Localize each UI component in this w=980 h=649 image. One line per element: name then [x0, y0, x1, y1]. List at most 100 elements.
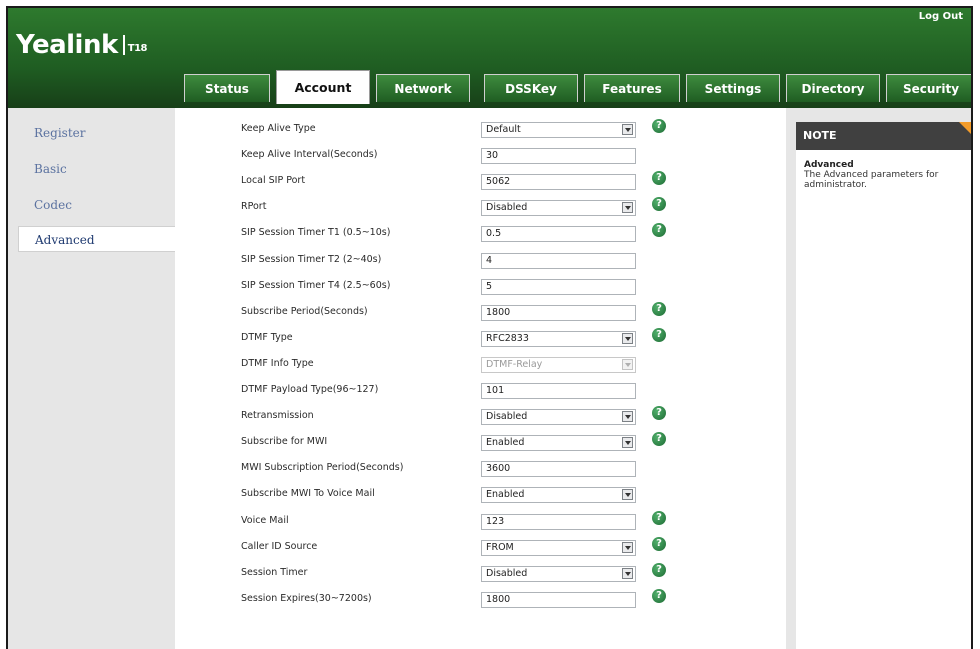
field-select[interactable]: RFC2833: [481, 330, 636, 347]
tab-features[interactable]: Features: [584, 74, 680, 102]
help-icon[interactable]: ?: [652, 327, 666, 342]
dropdown-arrow-icon[interactable]: [622, 332, 633, 344]
form-row: Retransmission Disabled?: [175, 406, 786, 427]
settings-form: Keep Alive Type Default? Keep Alive Interv…: [175, 108, 786, 649]
help-icon[interactable]: ?: [652, 510, 666, 525]
help-icon[interactable]: ?: [652, 432, 666, 447]
help-icon[interactable]: ?: [652, 119, 666, 133]
sidebar-item-codec[interactable]: Codec: [8, 192, 175, 218]
field-label: Keep Alive Interval(Seconds): [241, 149, 378, 161]
select-value: Enabled: [486, 437, 525, 449]
field-label: Subscribe Period(Seconds): [241, 305, 368, 317]
form-row: Session Timer Disabled?: [175, 562, 786, 584]
form-row: Subscribe for MWI Enabled?: [175, 432, 786, 453]
field-label: RPort: [241, 201, 267, 213]
help-icon[interactable]: ?: [652, 171, 666, 186]
sidebar: Register Basic Codec Advanced: [8, 108, 175, 649]
help-icon[interactable]: ?: [652, 301, 666, 316]
tab-dsskey[interactable]: DSSKey: [484, 74, 578, 102]
dropdown-arrow-icon[interactable]: [622, 437, 633, 449]
field-label: Keep Alive Type: [241, 123, 316, 134]
field-select[interactable]: Disabled: [481, 565, 636, 582]
field-select[interactable]: Enabled: [481, 487, 636, 504]
note-heading: NOTE: [796, 122, 971, 150]
help-icon[interactable]: ?: [652, 588, 666, 603]
dropdown-arrow-icon[interactable]: [622, 567, 633, 579]
tab-status[interactable]: Status: [184, 74, 270, 102]
field-label: Subscribe for MWI: [241, 436, 328, 448]
field-select[interactable]: Default: [481, 122, 636, 138]
field-input[interactable]: 5062: [481, 174, 636, 191]
note-panel: NOTE Advanced The Advanced parameters fo…: [786, 108, 971, 649]
help-icon[interactable]: ?: [652, 536, 666, 551]
field-input[interactable]: 0.5: [481, 226, 636, 243]
dropdown-arrow-icon: [622, 358, 633, 370]
field-input[interactable]: 1800: [481, 591, 636, 608]
form-row: SIP Session Timer T2 (2~40s) 4: [175, 252, 786, 271]
dropdown-arrow-icon[interactable]: [622, 489, 633, 501]
field-select[interactable]: FROM: [481, 539, 636, 556]
note-corner-accent: [959, 122, 971, 136]
form-row: DTMF Info Type DTMF-Relay: [175, 356, 786, 375]
field-select[interactable]: Disabled: [481, 200, 636, 217]
field-label: DTMF Payload Type(96~127): [241, 384, 379, 395]
note-heading-text: NOTE: [803, 129, 837, 142]
header-bar: Yealink T18 Log Out Status Account Networ…: [8, 8, 971, 108]
tab-network[interactable]: Network: [376, 74, 470, 102]
form-row: Local SIP Port 5062?: [175, 171, 786, 192]
tab-directory[interactable]: Directory: [786, 74, 880, 102]
field-label: Session Timer: [241, 566, 308, 578]
model-name: T18: [127, 43, 148, 54]
field-label: SIP Session Timer T4 (2.5~60s): [241, 279, 391, 291]
form-row: Caller ID Source FROM?: [175, 536, 786, 558]
field-label: DTMF Type: [241, 331, 293, 343]
tab-settings[interactable]: Settings: [686, 74, 780, 102]
field-input[interactable]: 123: [481, 513, 636, 530]
sidebar-item-basic[interactable]: Basic: [8, 156, 175, 182]
tab-account[interactable]: Account: [276, 70, 370, 104]
field-input[interactable]: 1800: [481, 304, 636, 321]
logout-link[interactable]: Log Out: [919, 11, 963, 22]
field-select[interactable]: Disabled: [481, 409, 636, 426]
form-row: Keep Alive Type Default?: [175, 119, 786, 140]
field-select[interactable]: Enabled: [481, 435, 636, 452]
field-label: MWI Subscription Period(Seconds): [241, 462, 404, 474]
dropdown-arrow-icon[interactable]: [622, 411, 633, 423]
help-icon[interactable]: ?: [652, 406, 666, 421]
field-label: Subscribe MWI To Voice Mail: [241, 488, 375, 500]
sidebar-item-advanced[interactable]: Advanced: [18, 226, 175, 252]
help-icon[interactable]: ?: [652, 197, 666, 212]
dropdown-arrow-icon[interactable]: [622, 202, 633, 214]
dropdown-arrow-icon[interactable]: [622, 541, 633, 553]
field-input[interactable]: 30: [481, 148, 636, 165]
field-label: Session Expires(30~7200s): [241, 592, 372, 604]
brand-logo: Yealink T18: [16, 30, 148, 60]
help-icon[interactable]: ?: [652, 223, 666, 238]
field-input[interactable]: 5: [481, 278, 636, 295]
note-body: Advanced The Advanced parameters for adm…: [796, 150, 971, 649]
note-title: Advanced: [804, 160, 854, 170]
tab-security[interactable]: Security: [886, 74, 971, 102]
field-label: DTMF Info Type: [241, 357, 314, 369]
sidebar-item-register[interactable]: Register: [8, 120, 175, 146]
field-input[interactable]: 4: [481, 252, 636, 269]
field-label: Caller ID Source: [241, 540, 318, 552]
brand-name: Yealink: [16, 30, 118, 60]
page-frame: Yealink T18 Log Out Status Account Networ…: [6, 6, 973, 649]
form-row: MWI Subscription Period(Seconds) 3600: [175, 461, 786, 479]
field-label: Local SIP Port: [241, 175, 306, 187]
select-value: RFC2833: [486, 332, 529, 344]
form-row: SIP Session Timer T4 (2.5~60s) 5: [175, 278, 786, 297]
form-row: DTMF Type RFC2833?: [175, 327, 786, 349]
field-input[interactable]: 3600: [481, 461, 636, 478]
note-text: The Advanced parameters for administrato…: [804, 170, 939, 190]
field-input[interactable]: 101: [481, 383, 636, 399]
field-label: Voice Mail: [241, 514, 289, 526]
help-icon[interactable]: ?: [652, 562, 666, 577]
field-label: Retransmission: [241, 410, 314, 422]
dropdown-arrow-icon[interactable]: [622, 124, 633, 135]
form-row: RPort Disabled?: [175, 197, 786, 218]
select-value: Disabled: [486, 202, 528, 214]
field-select: DTMF-Relay: [481, 356, 636, 373]
form-row: SIP Session Timer T1 (0.5~10s) 0.5?: [175, 223, 786, 244]
